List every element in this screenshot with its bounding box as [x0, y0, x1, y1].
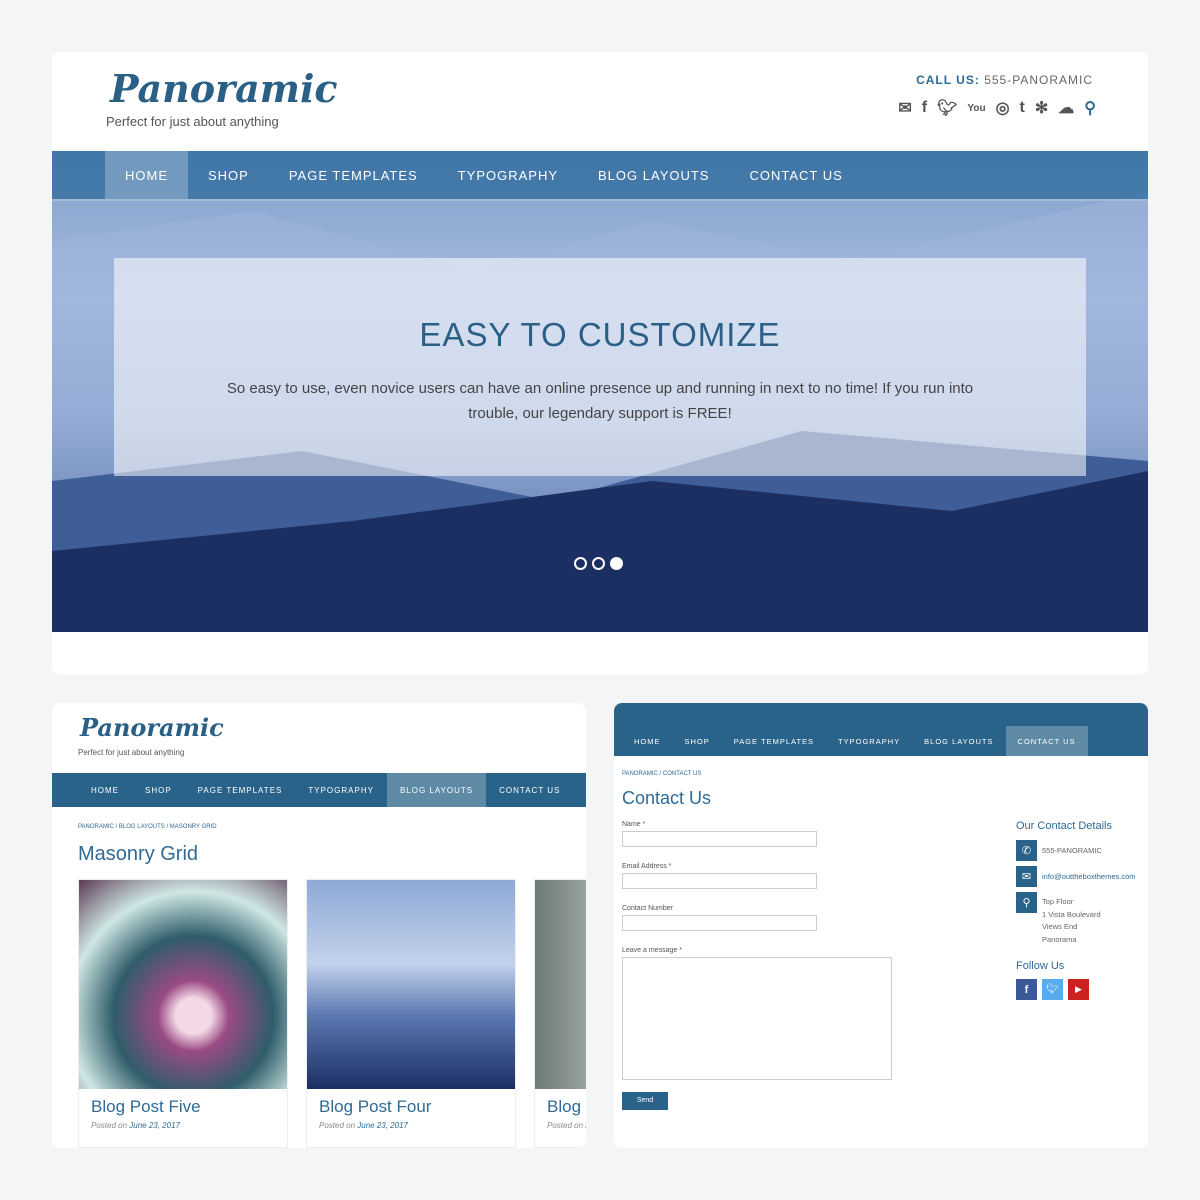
instagram-icon[interactable]: ◎: [996, 98, 1010, 118]
nav-page-templates[interactable]: PAGE TEMPLATES: [269, 151, 438, 199]
nav-typography[interactable]: TYPOGRAPHY: [826, 726, 912, 756]
facebook-icon[interactable]: f: [1016, 979, 1037, 1000]
number-input[interactable]: [622, 915, 817, 931]
blog-preview: Panoramic Perfect for just about anythin…: [52, 703, 586, 1148]
twitter-icon[interactable]: 🐦︎: [1042, 979, 1063, 1000]
contact-form: Name * Email Address * Contact Number Le…: [622, 821, 892, 1110]
address-line: Views End: [1042, 922, 1078, 931]
post-title[interactable]: Blog: [547, 1097, 586, 1117]
send-button[interactable]: Send: [622, 1092, 668, 1110]
email-label: Email Address *: [622, 863, 672, 870]
yelp-icon[interactable]: ✻: [1035, 98, 1048, 118]
nav-contact-us[interactable]: CONTACT US: [486, 773, 573, 807]
post-meta: Posted on J: [547, 1121, 586, 1130]
nav-contact-us[interactable]: CONTACT US: [1005, 726, 1088, 756]
page-title: Contact Us: [622, 788, 712, 808]
search-icon[interactable]: ⚲: [1084, 98, 1096, 118]
contact-details: Our Contact Details ✆ 555-PANORAMIC ✉ info…: [1016, 820, 1136, 1000]
contact-preview: HOME SHOP PAGE TEMPLATES TYPOGRAPHY BLOG…: [614, 703, 1148, 1148]
breadcrumb[interactable]: PANORAMIC / BLOG LAYOUTS / MASONRY GRID: [78, 824, 217, 830]
nav-blog-layouts[interactable]: BLOG LAYOUTS: [578, 151, 729, 199]
slider-dots: [574, 557, 623, 570]
nav-page-templates[interactable]: PAGE TEMPLATES: [185, 773, 296, 807]
hero-text: So easy to use, even novice users can ha…: [226, 380, 974, 422]
post-date[interactable]: J: [585, 1121, 586, 1130]
nav-blog-layouts[interactable]: BLOG LAYOUTS: [912, 726, 1005, 756]
nav-shop[interactable]: SHOP: [132, 773, 185, 807]
post-title[interactable]: Blog Post Four: [319, 1097, 503, 1117]
logo[interactable]: Panoramic: [110, 66, 338, 111]
hero-title: EASY TO CUSTOMIZE: [419, 316, 781, 353]
slide-dot-active[interactable]: [610, 557, 623, 570]
message-textarea[interactable]: [622, 957, 892, 1080]
post-meta: Posted on June 23, 2017: [91, 1121, 275, 1130]
nav-contact-us[interactable]: CONTACT US: [729, 151, 862, 199]
social-icons: ✉ f 🐦︎ You ◎ t ✻ ☁ ⚲: [898, 98, 1096, 118]
hero: HOME SHOP PAGE TEMPLATES TYPOGRAPHY BLOG…: [52, 151, 1148, 632]
email-link[interactable]: info@outtheboxthemes.com: [1042, 872, 1136, 881]
name-label: Name *: [622, 821, 646, 828]
page-title: Masonry Grid: [78, 843, 199, 865]
message-label: Leave a message *: [622, 947, 682, 954]
call-label: CALL US:: [916, 73, 980, 87]
blossom-image: [79, 880, 287, 1089]
nav-shop[interactable]: SHOP: [673, 726, 722, 756]
call-us: CALL US: 555-PANORAMIC: [916, 73, 1093, 87]
post-date[interactable]: June 23, 2017: [129, 1121, 180, 1130]
posted-label: Posted on: [91, 1121, 128, 1130]
soundcloud-icon[interactable]: ☁: [1058, 98, 1074, 118]
contact-nav: HOME SHOP PAGE TEMPLATES TYPOGRAPHY BLOG…: [614, 703, 1148, 756]
envelope-icon[interactable]: ✉: [898, 98, 911, 118]
envelope-icon: ✉: [1016, 866, 1037, 887]
tagline: Perfect for just about anything: [106, 114, 279, 129]
main-nav: HOME SHOP PAGE TEMPLATES TYPOGRAPHY BLOG…: [52, 151, 1148, 201]
hero-overlay: EASY TO CUSTOMIZE So easy to use, even n…: [114, 258, 1086, 476]
nav-typography[interactable]: TYPOGRAPHY: [295, 773, 387, 807]
address-line: Top Floor: [1042, 897, 1074, 906]
twitter-icon[interactable]: 🐦︎: [937, 98, 957, 118]
youtube-icon[interactable]: ▶: [1068, 979, 1089, 1000]
nav-page-templates[interactable]: PAGE TEMPLATES: [722, 726, 826, 756]
email-input[interactable]: [622, 873, 817, 889]
post-date[interactable]: June 23, 2017: [357, 1121, 408, 1130]
facebook-icon[interactable]: f: [922, 98, 927, 118]
map-pin-icon: ⚲: [1016, 892, 1037, 913]
name-input[interactable]: [622, 831, 817, 847]
call-number: 555-PANORAMIC: [984, 73, 1093, 87]
main-preview: Panoramic Perfect for just about anythin…: [52, 52, 1148, 675]
youtube-icon[interactable]: You: [967, 98, 985, 118]
phone-number: 555-PANORAMIC: [1042, 846, 1102, 855]
post-card[interactable]: Blog Posted on J: [534, 879, 586, 1148]
logo[interactable]: Panoramic: [80, 713, 224, 742]
phone-icon: ✆: [1016, 840, 1037, 861]
nav-blog-layouts[interactable]: BLOG LAYOUTS: [386, 773, 487, 807]
posted-label: Posted on: [319, 1121, 356, 1130]
mountains-image: [307, 880, 515, 1089]
nav-shop[interactable]: SHOP: [188, 151, 269, 199]
posted-label: Posted on: [547, 1121, 584, 1130]
post-card[interactable]: Blog Post Four Posted on June 23, 2017: [306, 879, 516, 1148]
tumblr-icon[interactable]: t: [1020, 98, 1025, 118]
slide-dot[interactable]: [592, 557, 605, 570]
nav-typography[interactable]: TYPOGRAPHY: [438, 151, 578, 199]
address-line: 1 Vista Boulevard: [1042, 909, 1101, 919]
follow-title: Follow Us: [1016, 960, 1065, 972]
breadcrumb[interactable]: PANORAMIC / CONTACT US: [622, 771, 701, 777]
nav-home[interactable]: HOME: [105, 151, 188, 199]
forest-image: [535, 880, 586, 1089]
post-card[interactable]: Blog Post Five Posted on June 23, 2017: [78, 879, 288, 1148]
slide-dot[interactable]: [574, 557, 587, 570]
number-label: Contact Number: [622, 905, 673, 912]
nav-home[interactable]: HOME: [78, 773, 132, 807]
post-meta: Posted on June 23, 2017: [319, 1121, 503, 1130]
address-line: Panorama: [1042, 934, 1077, 944]
tagline: Perfect for just about anything: [78, 748, 185, 757]
post-title[interactable]: Blog Post Five: [91, 1097, 275, 1117]
blog-nav: HOME SHOP PAGE TEMPLATES TYPOGRAPHY BLOG…: [52, 773, 586, 807]
nav-home[interactable]: HOME: [622, 726, 673, 756]
details-title: Our Contact Details: [1016, 820, 1112, 832]
